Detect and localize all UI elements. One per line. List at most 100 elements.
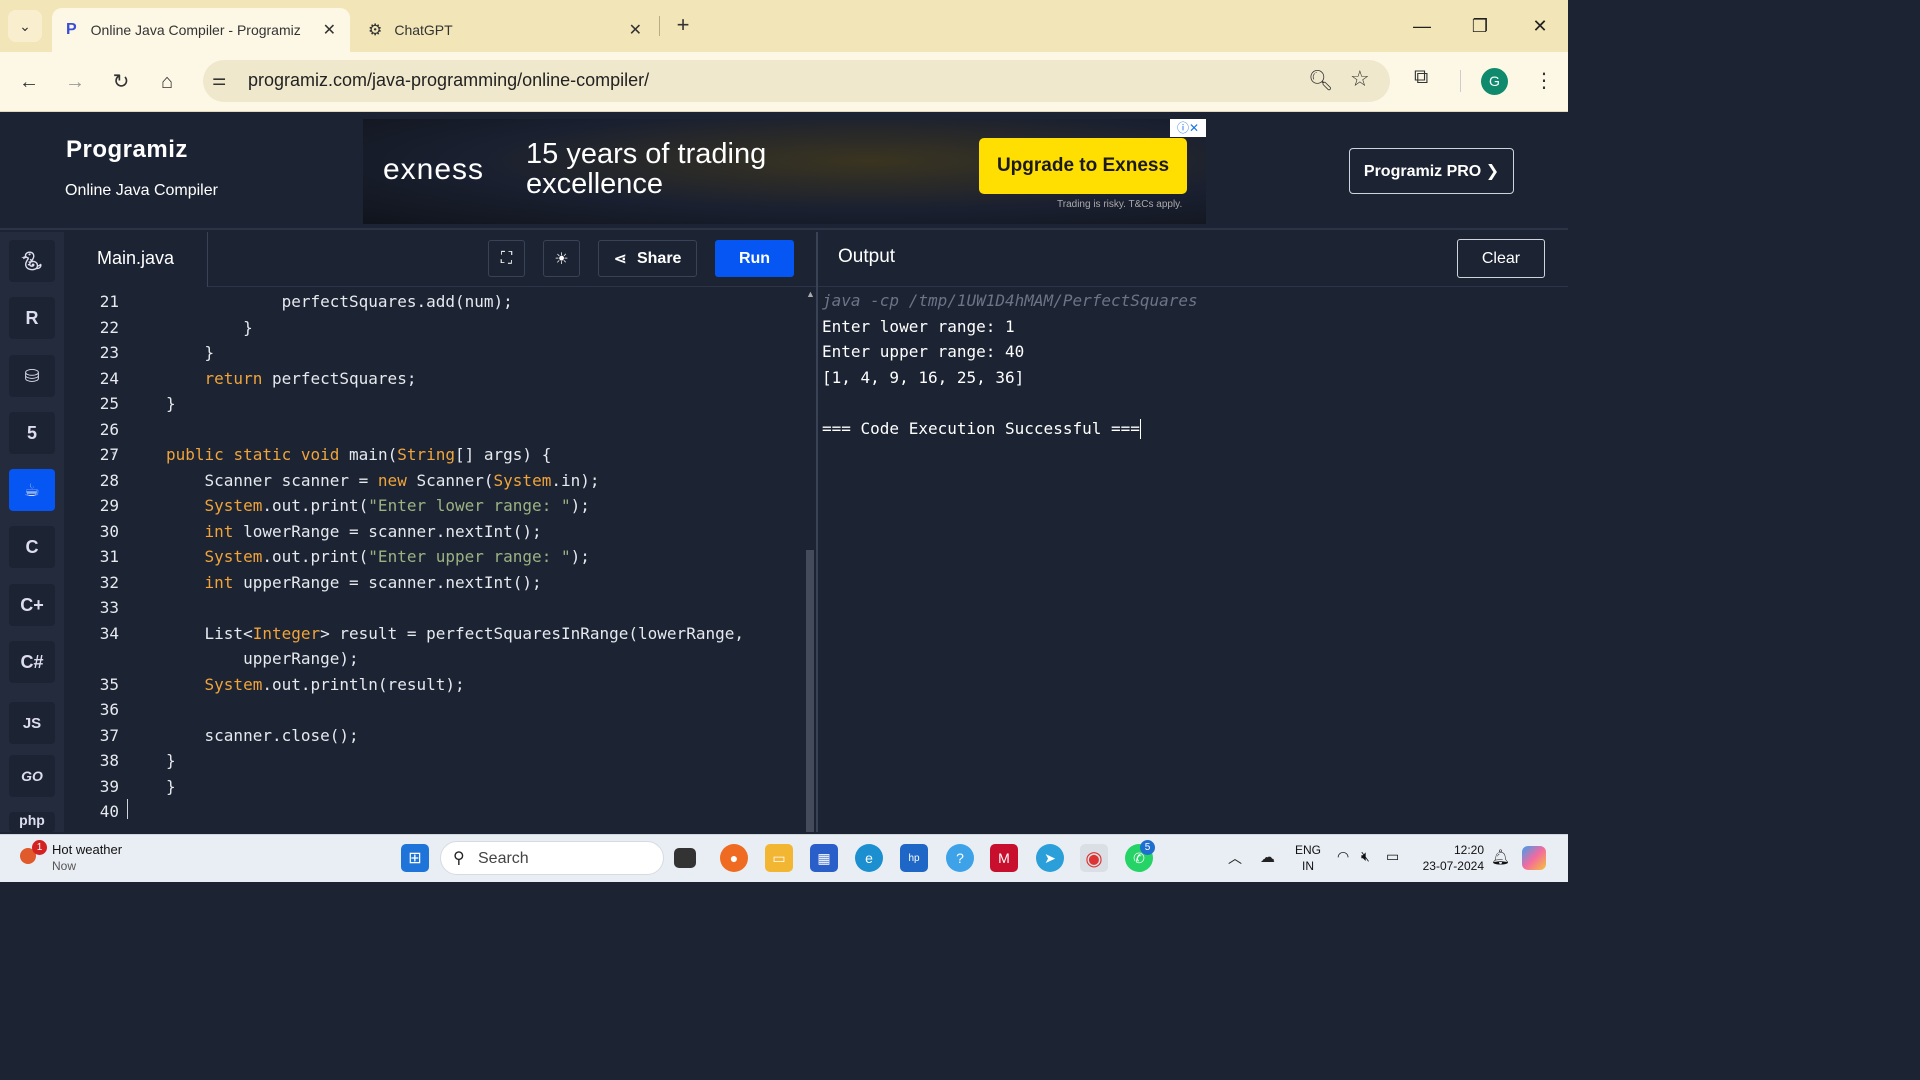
fold-arrow-icon[interactable]: ▾: [111, 442, 116, 468]
share-label: Share: [636, 249, 682, 267]
profile-avatar[interactable]: G: [1481, 68, 1508, 95]
taskbar-search[interactable]: ⚲ Search: [440, 841, 664, 875]
tab-title: Online Java Compiler - Programiz: [90, 22, 301, 38]
code-line[interactable]: return perfectSquares;: [166, 366, 417, 392]
ad-close-icon[interactable]: ⓘ✕: [1170, 119, 1206, 137]
new-tab-button[interactable]: +: [670, 12, 696, 38]
javascript-icon[interactable]: JS: [9, 702, 55, 744]
code-line[interactable]: System.out.print("Enter lower range: ");: [166, 493, 590, 519]
code-line[interactable]: int upperRange = scanner.nextInt();: [166, 570, 542, 596]
python-icon[interactable]: 🐍︎: [9, 240, 55, 282]
code-line[interactable]: public static void main(String[] args) {: [166, 442, 551, 468]
line-number: 38: [99, 751, 119, 770]
clear-button[interactable]: Clear: [1457, 239, 1545, 278]
line-number: 23: [99, 343, 119, 362]
bookmark-star-icon[interactable]: ☆: [1350, 66, 1370, 92]
microsoft-store-icon[interactable]: ▦: [810, 844, 838, 872]
copilot-app-icon[interactable]: ?: [946, 844, 974, 872]
advertisement-banner[interactable]: exness 15 years of trading excellence Up…: [363, 119, 1206, 224]
clock-time: 12:20: [1453, 843, 1484, 857]
windows-start-icon[interactable]: ⊞: [401, 844, 429, 872]
language-indicator[interactable]: ENG IN: [1294, 842, 1322, 874]
close-window-button[interactable]: ✕: [1528, 14, 1552, 38]
zoom-icon[interactable]: 🔍︎: [1308, 68, 1333, 93]
chrome-icon[interactable]: ◉: [1080, 844, 1108, 872]
home-button[interactable]: ⌂: [152, 68, 182, 96]
code-line[interactable]: }: [166, 315, 253, 341]
code-line[interactable]: scanner.close();: [166, 723, 359, 749]
java-icon[interactable]: ☕︎: [9, 469, 55, 511]
programiz-logo[interactable]: Programiz: [66, 136, 188, 164]
code-line[interactable]: List<Integer> result = perfectSquaresInR…: [166, 621, 744, 647]
line-number: 40: [99, 802, 119, 821]
copilot-icon[interactable]: [1522, 846, 1546, 870]
fullscreen-button[interactable]: ⛶: [488, 240, 525, 277]
code-line[interactable]: Scanner scanner = new Scanner(System.in)…: [166, 468, 600, 494]
minimize-button[interactable]: —: [1410, 14, 1434, 38]
reload-button[interactable]: ↻: [106, 68, 136, 96]
go-icon[interactable]: GO: [9, 755, 55, 797]
forward-button[interactable]: →: [60, 68, 90, 96]
share-button[interactable]: ⋖ Share: [598, 240, 697, 277]
ad-cta-button[interactable]: Upgrade to Exness: [979, 138, 1187, 194]
tab-programiz[interactable]: P Online Java Compiler - Programiz ✕: [52, 8, 350, 52]
run-button[interactable]: Run: [715, 240, 794, 277]
volume-muted-icon[interactable]: 🔇︎: [1361, 848, 1370, 865]
theme-toggle-button[interactable]: ☀: [543, 240, 580, 277]
code-line[interactable]: System.out.println(result);: [166, 672, 465, 698]
scroll-up-arrow[interactable]: ▲: [806, 289, 815, 299]
clock[interactable]: 12:20 23-07-2024: [1412, 842, 1484, 874]
file-explorer-icon[interactable]: ▭: [765, 844, 793, 872]
c-icon[interactable]: C: [9, 526, 55, 568]
code-line[interactable]: }: [166, 340, 215, 366]
code-line[interactable]: upperRange);: [166, 646, 359, 672]
code-line[interactable]: }: [166, 748, 176, 774]
tab-title: ChatGPT: [394, 22, 453, 38]
code-line[interactable]: }: [166, 774, 176, 800]
line-number: 26: [99, 419, 119, 439]
editor-scrollbar-thumb[interactable]: [806, 550, 814, 832]
code-line[interactable]: int lowerRange = scanner.nextInt();: [166, 519, 542, 545]
file-tab-main[interactable]: Main.java: [64, 232, 208, 287]
html5-icon[interactable]: 5: [9, 412, 55, 454]
output-line: === Code Execution Successful ===: [822, 416, 1562, 442]
site-info-icon[interactable]: ⚌: [212, 70, 226, 90]
line-number: 33: [99, 598, 119, 617]
code-line[interactable]: }: [166, 391, 176, 417]
line-number: 36: [99, 700, 119, 719]
r-icon[interactable]: R: [9, 297, 55, 339]
code-line[interactable]: perfectSquares.add(num);: [166, 289, 513, 315]
tray-overflow-icon[interactable]: ︿: [1228, 848, 1242, 868]
php-icon[interactable]: php: [9, 812, 55, 832]
csharp-icon[interactable]: C#: [9, 641, 55, 683]
firefox-icon[interactable]: ●: [720, 844, 748, 872]
search-placeholder: Search: [478, 850, 529, 867]
onedrive-icon[interactable]: ☁: [1260, 848, 1275, 866]
telegram-icon[interactable]: ➤: [1036, 844, 1064, 872]
programiz-pro-button[interactable]: Programiz PRO ❯: [1349, 148, 1514, 194]
extensions-icon[interactable]: ⧉: [1414, 66, 1428, 89]
line-number: 22: [99, 317, 119, 337]
mcafee-icon[interactable]: M: [990, 844, 1018, 872]
code-line[interactable]: System.out.print("Enter upper range: ");: [166, 544, 590, 570]
url-text[interactable]: programiz.com/java-programming/online-co…: [248, 70, 649, 91]
output-console[interactable]: java -cp /tmp/1UW1D4hMAM/PerfectSquares …: [822, 288, 1562, 441]
browser-menu-icon[interactable]: ⋮: [1534, 68, 1554, 93]
back-button[interactable]: ←: [14, 68, 44, 96]
notification-bell-icon[interactable]: 🔔︎: [1491, 848, 1510, 866]
tab-search-button[interactable]: ⌄: [8, 10, 42, 42]
wifi-icon[interactable]: ◠: [1337, 848, 1349, 865]
weather-widget[interactable]: 1 Hot weather Now: [20, 840, 150, 876]
tab-chatgpt[interactable]: ⚙ ChatGPT ✕: [356, 8, 656, 52]
close-tab-icon[interactable]: ✕: [629, 20, 642, 40]
close-tab-icon[interactable]: ✕: [323, 20, 336, 40]
sql-icon[interactable]: ⛁: [9, 355, 55, 397]
myhp-icon[interactable]: hp: [900, 844, 928, 872]
code-editor[interactable]: 21 perfectSquares.add(num); 22 } 23 } 24 re…: [64, 288, 816, 832]
pane-divider[interactable]: [816, 232, 818, 832]
edge-icon[interactable]: e: [855, 844, 883, 872]
battery-icon[interactable]: ▭: [1386, 848, 1399, 865]
restore-button[interactable]: ❐: [1468, 14, 1492, 38]
task-view-icon[interactable]: [674, 848, 696, 868]
cpp-icon[interactable]: C+: [9, 584, 55, 626]
